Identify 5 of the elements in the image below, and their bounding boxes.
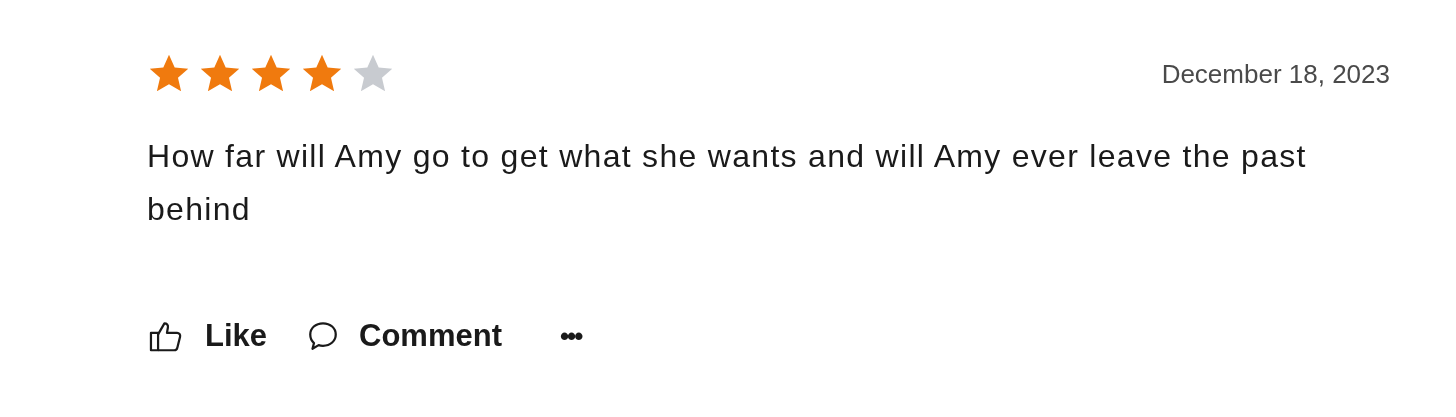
- review-date: December 18, 2023: [1161, 57, 1390, 91]
- review-text: How far will Amy go to get what she wants and will Amy ever leave the past behind: [147, 137, 1308, 229]
- comment-button[interactable]: Comment: [305, 313, 502, 360]
- like-button[interactable]: Like: [147, 313, 268, 360]
- more-options-button[interactable]: •••: [560, 316, 582, 356]
